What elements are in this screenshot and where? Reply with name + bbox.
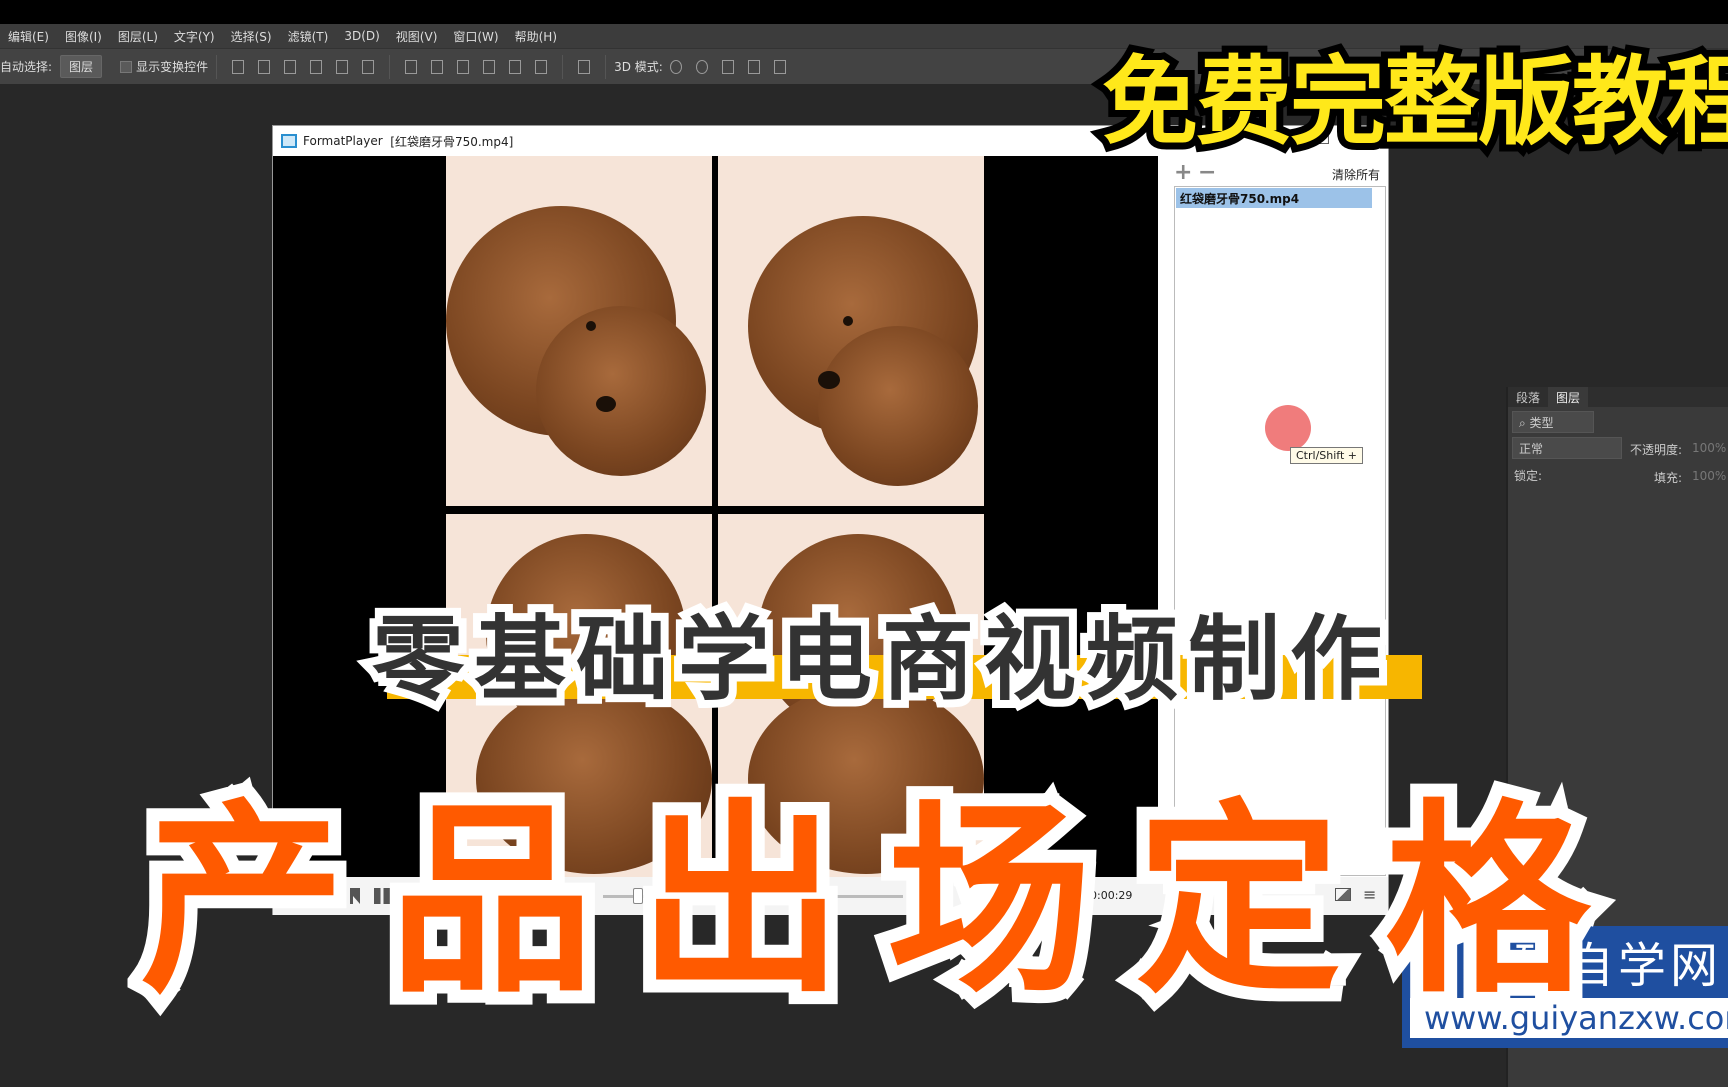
opacity-label: 不透明度: [1630, 443, 1683, 457]
add-icon[interactable]: + [1174, 160, 1192, 185]
remove-icon[interactable]: − [1198, 160, 1216, 185]
app-icon [281, 134, 297, 148]
distribute-left-icon[interactable] [483, 59, 496, 74]
menu-type[interactable]: 文字(Y) [174, 28, 215, 45]
app-title: FormatPlayer [303, 134, 383, 148]
align-top-icon[interactable] [232, 59, 245, 74]
click-indicator [1265, 405, 1311, 451]
tooltip: Ctrl/Shift + [1290, 447, 1363, 464]
align-bottom-icon[interactable] [284, 59, 297, 74]
file-title: [红袋磨牙骨750.mp4] [390, 134, 514, 149]
auto-select-dropdown[interactable]: 图层 [60, 55, 103, 78]
caption-subtitle: 零基础学电商视频制作 [364, 598, 1393, 721]
fill-field[interactable]: 100% [1692, 469, 1726, 483]
caption-main: 产品出场定格 [127, 770, 1634, 1034]
video-frame-2 [718, 156, 984, 506]
tab-paragraph[interactable]: 段落 [1508, 387, 1548, 408]
align-right-icon[interactable] [362, 59, 375, 74]
menu-select[interactable]: 选择(S) [231, 28, 272, 45]
clear-all-button[interactable]: 清除所有 [1332, 166, 1380, 183]
menu-window[interactable]: 窗口(W) [453, 28, 498, 45]
menu-help[interactable]: 帮助(H) [515, 28, 557, 45]
fill-label: 填充: [1654, 471, 1683, 485]
top-black-bar [0, 0, 1728, 24]
auto-select-label: 自动选择: [0, 60, 53, 74]
show-transform-label: 显示变换控件 [136, 60, 209, 74]
menu-layer[interactable]: 图层(L) [118, 28, 158, 45]
distribute-vcenter-icon[interactable] [431, 59, 444, 74]
filter-kind-label: 类型 [1529, 416, 1554, 430]
tab-layers[interactable]: 图层 [1548, 387, 1589, 408]
distribute-bottom-icon[interactable] [457, 59, 470, 74]
3d-rotate-icon[interactable] [669, 59, 682, 74]
menu-view[interactable]: 视图(V) [396, 28, 438, 45]
lock-label: 锁定: [1514, 469, 1543, 483]
distribute-hcenter-icon[interactable] [509, 59, 522, 74]
menu-filter[interactable]: 滤镜(T) [288, 28, 329, 45]
playlist-item[interactable]: 红袋磨牙骨750.mp4 [1176, 188, 1372, 208]
menu-edit[interactable]: 编辑(E) [8, 28, 49, 45]
3d-pan-icon[interactable] [721, 59, 734, 74]
opacity-field[interactable]: 100% [1692, 441, 1726, 455]
align-hcenter-icon[interactable] [336, 59, 349, 74]
distribute-right-icon[interactable] [535, 59, 548, 74]
3d-roll-icon[interactable] [695, 59, 708, 74]
3d-scale-icon[interactable] [773, 59, 786, 74]
3d-mode-label: 3D 模式: [614, 60, 663, 74]
distribute-top-icon[interactable] [405, 59, 418, 74]
align-left-icon[interactable] [310, 59, 323, 74]
3d-slide-icon[interactable] [747, 59, 760, 74]
menu-3d[interactable]: 3D(D) [344, 29, 379, 43]
menu-image[interactable]: 图像(I) [65, 28, 102, 45]
caption-top: 免费完整版教程 [1095, 39, 1728, 165]
auto-align-icon[interactable] [578, 59, 591, 74]
video-frame-1 [446, 156, 712, 506]
align-vcenter-icon[interactable] [258, 59, 271, 74]
blend-mode-dropdown[interactable]: 正常 [1512, 437, 1622, 459]
show-transform-checkbox[interactable] [120, 60, 133, 73]
filter-kind-dropdown[interactable]: ⌕ 类型 [1512, 411, 1594, 433]
